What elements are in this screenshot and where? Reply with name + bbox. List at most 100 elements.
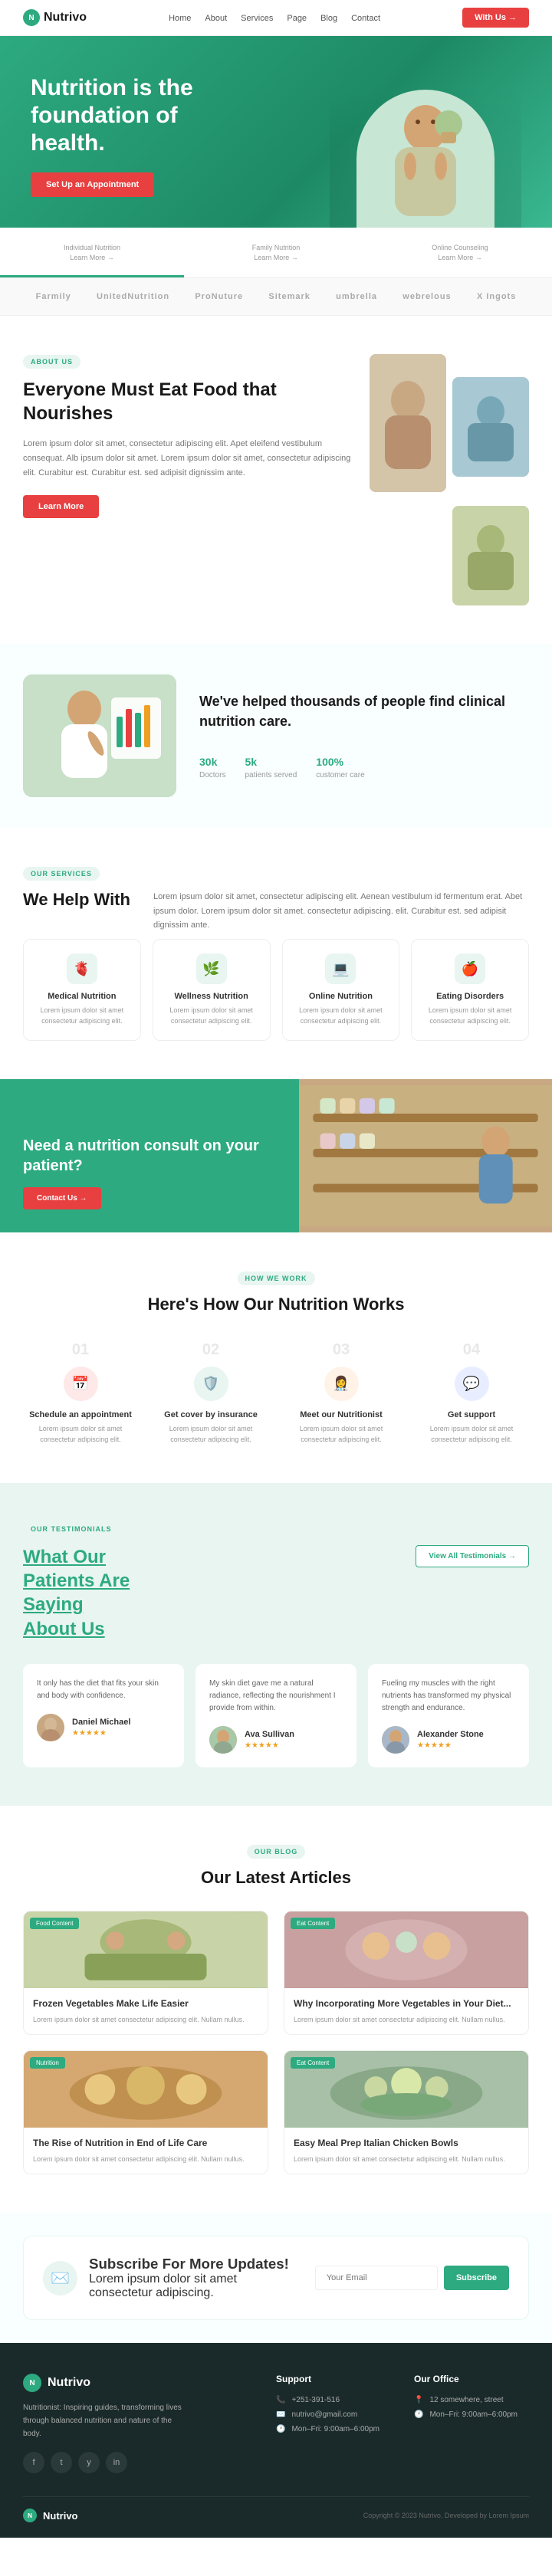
service-title-3: Eating Disorders [421, 992, 519, 1001]
article-tag-0: Food Content [30, 1918, 79, 1929]
brand-2: ProNuture [195, 292, 243, 301]
article-img-0: Food Content [24, 1911, 268, 1988]
tab-sub-2: Learn More → [376, 254, 544, 261]
tab-individual-nutrition[interactable]: Individual Nutrition Learn More → [0, 228, 184, 277]
nav-contact[interactable]: Contact [351, 14, 380, 23]
facebook-icon[interactable]: f [23, 2452, 44, 2473]
testimonial-1: My skin diet gave me a natural radiance,… [196, 1664, 356, 1767]
article-desc-1: Lorem ipsum dolor sit amet consectetur a… [294, 2015, 519, 2026]
stat-customer: 100% customer care [316, 747, 364, 779]
footer-support: Support 📞 +251-391-516 ✉️ nutrivo@gmail.… [276, 2374, 391, 2473]
nav-cta-button[interactable]: With Us → [462, 8, 529, 28]
newsletter-input[interactable] [315, 2266, 438, 2290]
logo-icon: N [23, 9, 40, 26]
articles-header: Our Blog Our Latest Articles [23, 1844, 529, 1888]
footer-bottom-logo-text: Nutrivo [43, 2510, 78, 2522]
tab-sub-1: Learn More → [192, 254, 360, 261]
avatar-img-2 [382, 1726, 409, 1754]
view-all-btn[interactable]: View All Testimonials → [416, 1545, 529, 1567]
service-icon-1: 🌿 [196, 953, 227, 984]
testimonial-author-2: Alexander Stone ★★★★★ [382, 1726, 515, 1754]
testimonial-0: It only has the diet that fits your skin… [23, 1664, 184, 1767]
article-body-0: Frozen Vegetables Make Life Easier Lorem… [24, 1988, 268, 2034]
step-desc-1: Lorem ipsum dolor sit amet consectetur a… [153, 1424, 268, 1445]
author-info-2: Alexander Stone ★★★★★ [417, 1730, 484, 1750]
hero-section: Nutrition is the foundation of health. S… [0, 36, 552, 228]
footer-copyright: Copyright © 2023 Nutrivo. Developed by L… [363, 2512, 529, 2519]
brand-0: Farmily [36, 292, 71, 301]
about-img-svg-3 [452, 506, 529, 605]
article-0[interactable]: Food Content Frozen Vegetables Make Life… [23, 1911, 268, 2035]
services-section: Our Services We Help With Lorem ipsum do… [0, 828, 552, 1079]
nav-blog[interactable]: Blog [320, 14, 337, 23]
article-img-3: Eat Content [284, 2051, 528, 2128]
footer-bottom: N Nutrivo Copyright © 2023 Nutrivo. Deve… [23, 2496, 529, 2522]
author-info-0: Daniel Michael ★★★★★ [72, 1718, 130, 1738]
article-3[interactable]: Eat Content Easy Meal Prep Italian Chick… [284, 2050, 529, 2174]
cta-contact-btn[interactable]: Contact Us → [23, 1187, 101, 1209]
avatar-2 [382, 1726, 409, 1754]
step-0: 01 📅 Schedule an appointment Lorem ipsum… [23, 1341, 138, 1445]
avatar-1 [209, 1726, 237, 1754]
nav-page[interactable]: Page [287, 14, 307, 23]
about-heading: Everyone Must Eat Food that Nourishes [23, 378, 354, 425]
author-info-1: Ava Sullivan ★★★★★ [245, 1730, 294, 1750]
tab-label-1: Family Nutrition [192, 244, 360, 251]
newsletter-submit[interactable]: Subscribe [444, 2266, 509, 2290]
service-wellness: 🌿 Wellness Nutrition Lorem ipsum dolor s… [153, 939, 271, 1041]
nav-services[interactable]: Services [241, 14, 273, 23]
stats-img-inner [23, 674, 176, 797]
testimonials-grid: It only has the diet that fits your skin… [23, 1664, 529, 1767]
stat-num-2: 100% [316, 747, 364, 771]
article-2[interactable]: Nutrition The Rise of Nutrition in End o… [23, 2050, 268, 2174]
stat-label-2: customer care [316, 771, 364, 779]
twitter-icon[interactable]: t [51, 2452, 72, 2473]
testimonials-heading: What Our Patients Are Saying About Us [23, 1545, 176, 1641]
step-icon-0: 📅 [64, 1367, 98, 1401]
service-desc-1: Lorem ipsum dolor sit amet consectetur a… [163, 1006, 261, 1026]
nav-about[interactable]: About [205, 14, 227, 23]
newsletter-text: Subscribe For More Updates! Lorem ipsum … [89, 2256, 304, 2300]
stat-val-2: 100 [316, 756, 334, 768]
stat-num-0: 30k [199, 747, 225, 771]
phone-icon: 📞 [276, 2396, 285, 2404]
footer-tagline: Nutritionist: Inspiring guides, transfor… [23, 2401, 192, 2440]
article-1[interactable]: Eat Content Why Incorporating More Veget… [284, 1911, 529, 2035]
service-desc-2: Lorem ipsum dolor sit amet consectetur a… [292, 1006, 390, 1026]
footer-logo: N Nutrivo [23, 2374, 253, 2392]
hero-cta-button[interactable]: Set Up an Appointment [31, 172, 154, 197]
article-title-0: Frozen Vegetables Make Life Easier [33, 1997, 258, 2010]
testimonial-quote-2: Fueling my muscles with the right nutrie… [382, 1678, 515, 1715]
author-name-0: Daniel Michael [72, 1718, 130, 1727]
logo: N Nutrivo [23, 9, 87, 26]
youtube-icon[interactable]: y [78, 2452, 100, 2473]
stat-patients: 5k patients served [245, 747, 297, 779]
testimonials-heading-text: What Our Patients Are Saying [23, 1547, 130, 1615]
nav-home[interactable]: Home [169, 14, 191, 23]
clock-icon-2: 🕐 [414, 2410, 423, 2419]
about-learn-btn[interactable]: Learn More [23, 495, 99, 518]
how-section: How We Work Here's How Our Nutrition Wor… [0, 1232, 552, 1483]
step-3: 04 💬 Get support Lorem ipsum dolor sit a… [414, 1341, 529, 1445]
footer-support-heading: Support [276, 2374, 391, 2384]
step-desc-0: Lorem ipsum dolor sit amet consectetur a… [23, 1424, 138, 1445]
linkedin-icon[interactable]: in [106, 2452, 127, 2473]
newsletter-section: ✉️ Subscribe For More Updates! Lorem ips… [0, 2213, 552, 2343]
footer-address: 📍 12 somewhere, street [414, 2396, 529, 2404]
stat-suffix-1: k [251, 756, 257, 768]
service-eating: 🍎 Eating Disorders Lorem ipsum dolor sit… [411, 939, 529, 1041]
article-body-2: The Rise of Nutrition in End of Life Car… [24, 2128, 268, 2174]
cta-image [299, 1079, 552, 1232]
testimonials-header: What Our Patients Are Saying About Us Vi… [23, 1545, 529, 1641]
articles-heading: Our Latest Articles [23, 1868, 529, 1888]
about-section: About Us Everyone Must Eat Food that Nou… [0, 316, 552, 644]
testimonials-heading-highlight: About Us [23, 1619, 105, 1639]
tab-online-counseling[interactable]: Online Counseling Learn More → [368, 228, 552, 277]
article-body-1: Why Incorporating More Vegetables in You… [284, 1988, 528, 2034]
step-num-2: 03 [284, 1341, 399, 1359]
service-icon-3: 🍎 [455, 953, 485, 984]
tab-label-0: Individual Nutrition [8, 244, 176, 251]
brand-3: Sitemark [268, 292, 310, 301]
service-icon-0: 🫀 [67, 953, 97, 984]
tab-family-nutrition[interactable]: Family Nutrition Learn More → [184, 228, 368, 277]
